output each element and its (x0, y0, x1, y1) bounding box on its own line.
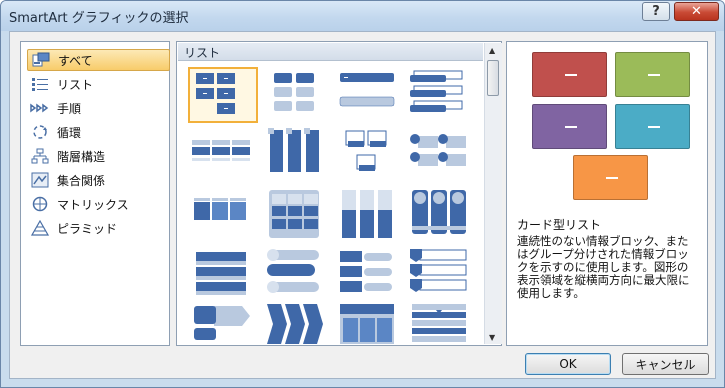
layout-thumbnail[interactable] (406, 248, 476, 304)
category-item-matrix[interactable]: マトリックス (27, 193, 170, 215)
category-item-hierarchy[interactable]: 階層構造 (27, 145, 170, 167)
layout-thumbnail[interactable] (261, 128, 331, 184)
category-list: すべて リスト 手順 循環 階層構造 集合関係 マトリックス ピラミッド (20, 41, 170, 346)
category-label: ピラミッド (57, 221, 118, 236)
title-bar: SmartArt グラフィックの選択 ? ✕ (1, 1, 724, 31)
layout-thumbnail[interactable] (334, 188, 404, 244)
layout-thumbnail[interactable] (406, 188, 476, 244)
dialog-body: すべて リスト 手順 循環 階層構造 集合関係 マトリックス ピラミッド リスト… (9, 31, 716, 379)
layout-thumbnail[interactable] (188, 248, 258, 304)
layout-description: 連続性のない情報ブロック、またはグループ分けされた情報ブロックを示すのに使用しま… (517, 234, 690, 300)
category-item-all[interactable]: すべて (27, 49, 170, 71)
gallery-title: リスト (184, 46, 221, 60)
close-button[interactable]: ✕ (674, 2, 719, 21)
window-title: SmartArt グラフィックの選択 (9, 11, 189, 26)
category-item-cycle[interactable]: 循環 (27, 121, 170, 143)
category-label: 手順 (57, 101, 82, 116)
category-label: リスト (57, 77, 94, 92)
category-label: 循環 (57, 125, 82, 140)
gallery-scrollbar[interactable]: ▲ ▼ (484, 43, 502, 344)
close-icon: ✕ (691, 4, 702, 19)
hierarchy-icon (29, 147, 51, 165)
help-icon: ? (652, 4, 660, 19)
relationship-icon (29, 171, 51, 189)
gallery-header: リスト (178, 43, 483, 61)
preview-pane: カード型リスト 連続性のない情報ブロック、またはグループ分けされた情報ブロックを… (506, 41, 708, 346)
category-item-relationship[interactable]: 集合関係 (27, 169, 170, 191)
ok-button[interactable]: OK (525, 353, 611, 375)
layout-thumbnail[interactable] (334, 304, 404, 360)
scroll-up-icon[interactable]: ▲ (489, 46, 495, 55)
process-icon (29, 99, 51, 117)
layout-thumbnail[interactable] (334, 67, 404, 123)
help-button[interactable]: ? (642, 2, 670, 21)
category-label: 集合関係 (57, 173, 106, 188)
preview-card-teal (615, 104, 690, 149)
layout-thumbnail[interactable] (188, 128, 258, 184)
cycle-icon (29, 123, 51, 141)
smartart-dialog: SmartArt グラフィックの選択 ? ✕ すべて リスト 手順 循環 階層構… (0, 0, 725, 388)
layout-thumbnail[interactable] (188, 188, 258, 244)
category-item-process[interactable]: 手順 (27, 97, 170, 119)
layout-gallery: リスト ▲ ▼ (176, 41, 502, 346)
category-label: 階層構造 (57, 149, 106, 164)
category-item-pyramid[interactable]: ピラミッド (27, 217, 170, 239)
layout-thumbnail[interactable] (261, 304, 331, 360)
layout-thumbnail[interactable] (261, 67, 331, 123)
layout-thumbnail[interactable] (188, 304, 258, 360)
layout-thumbnail[interactable] (261, 188, 331, 244)
all-icon (30, 51, 52, 69)
preview-card-purple (532, 104, 607, 149)
category-label: マトリックス (57, 197, 129, 212)
list-icon (29, 75, 51, 93)
layout-thumbnail-card-list[interactable] (188, 67, 258, 123)
layout-thumbnail[interactable] (406, 128, 476, 184)
cancel-button[interactable]: キャンセル (622, 353, 709, 375)
preview-card-red (532, 52, 607, 97)
pyramid-icon (29, 219, 51, 237)
layout-title: カード型リスト (517, 218, 602, 232)
preview-card-green (615, 52, 690, 97)
layout-thumbnail[interactable] (334, 128, 404, 184)
matrix-icon (29, 195, 51, 213)
scrollbar-thumb[interactable] (487, 60, 499, 96)
category-label: すべて (58, 53, 93, 68)
scroll-down-icon[interactable]: ▼ (489, 333, 495, 342)
category-item-list[interactable]: リスト (27, 73, 170, 95)
layout-thumbnail[interactable] (261, 248, 331, 304)
layout-thumbnail[interactable] (334, 248, 404, 304)
preview-card-orange (573, 155, 648, 200)
layout-thumbnail[interactable] (406, 304, 476, 360)
layout-thumbnail[interactable] (406, 67, 476, 123)
